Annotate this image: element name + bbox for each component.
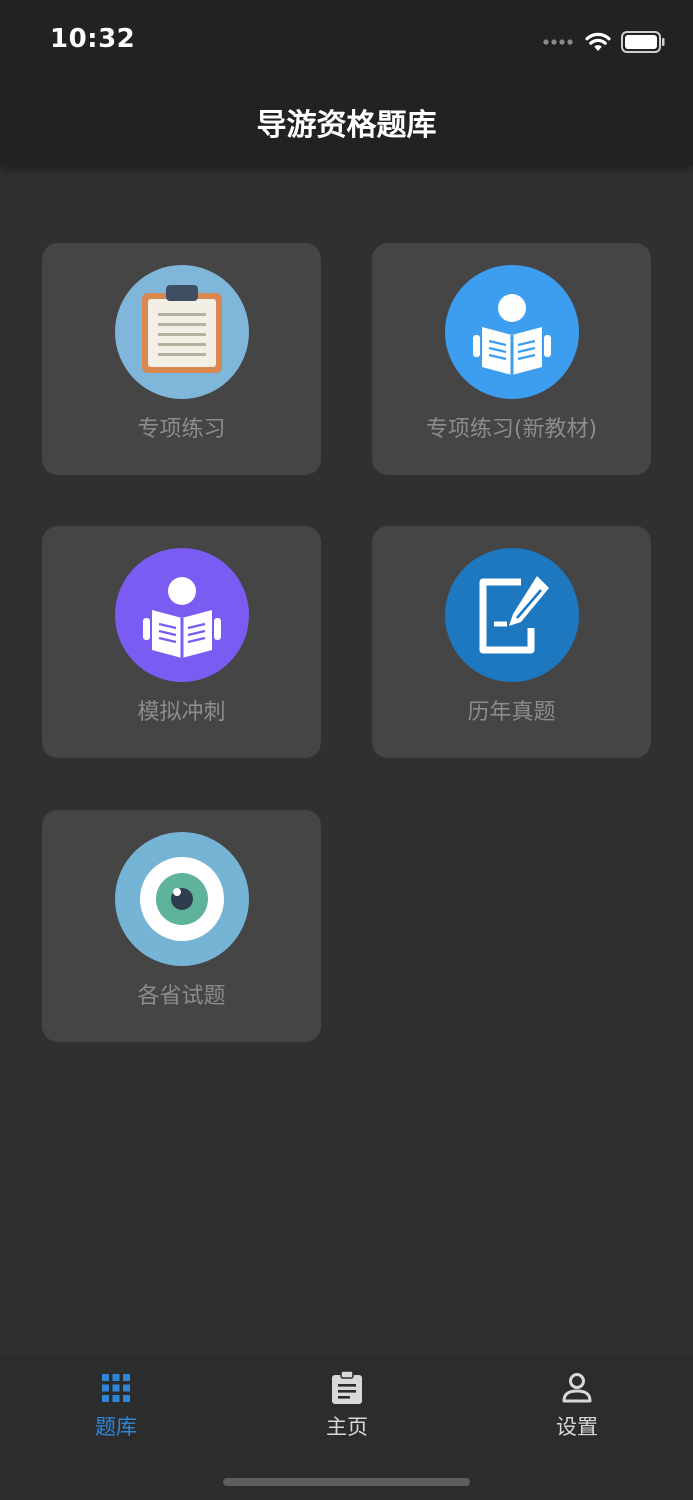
tab-label: 主页 — [326, 1415, 368, 1439]
app-screen: 10:32 导游资格题库 专项练习 专项练习(新教材) 模拟冲刺 历年真题 各省… — [0, 0, 693, 1500]
tab-label: 设置 — [556, 1415, 598, 1439]
reading-person-icon — [115, 548, 249, 682]
card-label: 模拟冲刺 — [137, 700, 226, 725]
top-bar: 10:32 导游资格题库 — [0, 0, 693, 166]
card-label: 各省试题 — [137, 984, 226, 1009]
card-label: 专项练习(新教材) — [425, 417, 598, 442]
card-label: 专项练习 — [137, 417, 226, 442]
tab-home[interactable]: 主页 — [277, 1371, 417, 1451]
card-provincial-exams[interactable]: 各省试题 — [42, 810, 321, 1042]
status-time: 10:32 — [50, 24, 136, 54]
status-icons — [543, 28, 665, 56]
card-special-practice-new[interactable]: 专项练习(新教材) — [372, 243, 651, 475]
card-mock-sprint[interactable]: 模拟冲刺 — [42, 526, 321, 758]
card-special-practice[interactable]: 专项练习 — [42, 243, 321, 475]
page-title: 导游资格题库 — [256, 108, 437, 143]
tab-question-bank[interactable]: 题库 — [46, 1371, 186, 1451]
person-icon — [560, 1371, 594, 1405]
reading-person-icon — [445, 265, 579, 399]
grid-icon — [99, 1371, 133, 1405]
wifi-icon — [585, 32, 611, 51]
tab-label: 题库 — [95, 1415, 137, 1439]
card-label: 历年真题 — [467, 700, 556, 725]
clipboard-icon — [115, 265, 249, 399]
battery-icon — [621, 31, 665, 53]
pen-paper-icon — [445, 548, 579, 682]
signal-dots-icon — [543, 39, 573, 45]
tab-settings[interactable]: 设置 — [507, 1371, 647, 1451]
clipboard-doc-icon — [330, 1371, 364, 1405]
home-indicator[interactable] — [223, 1478, 470, 1486]
eye-icon — [115, 832, 249, 966]
card-past-exams[interactable]: 历年真题 — [372, 526, 651, 758]
